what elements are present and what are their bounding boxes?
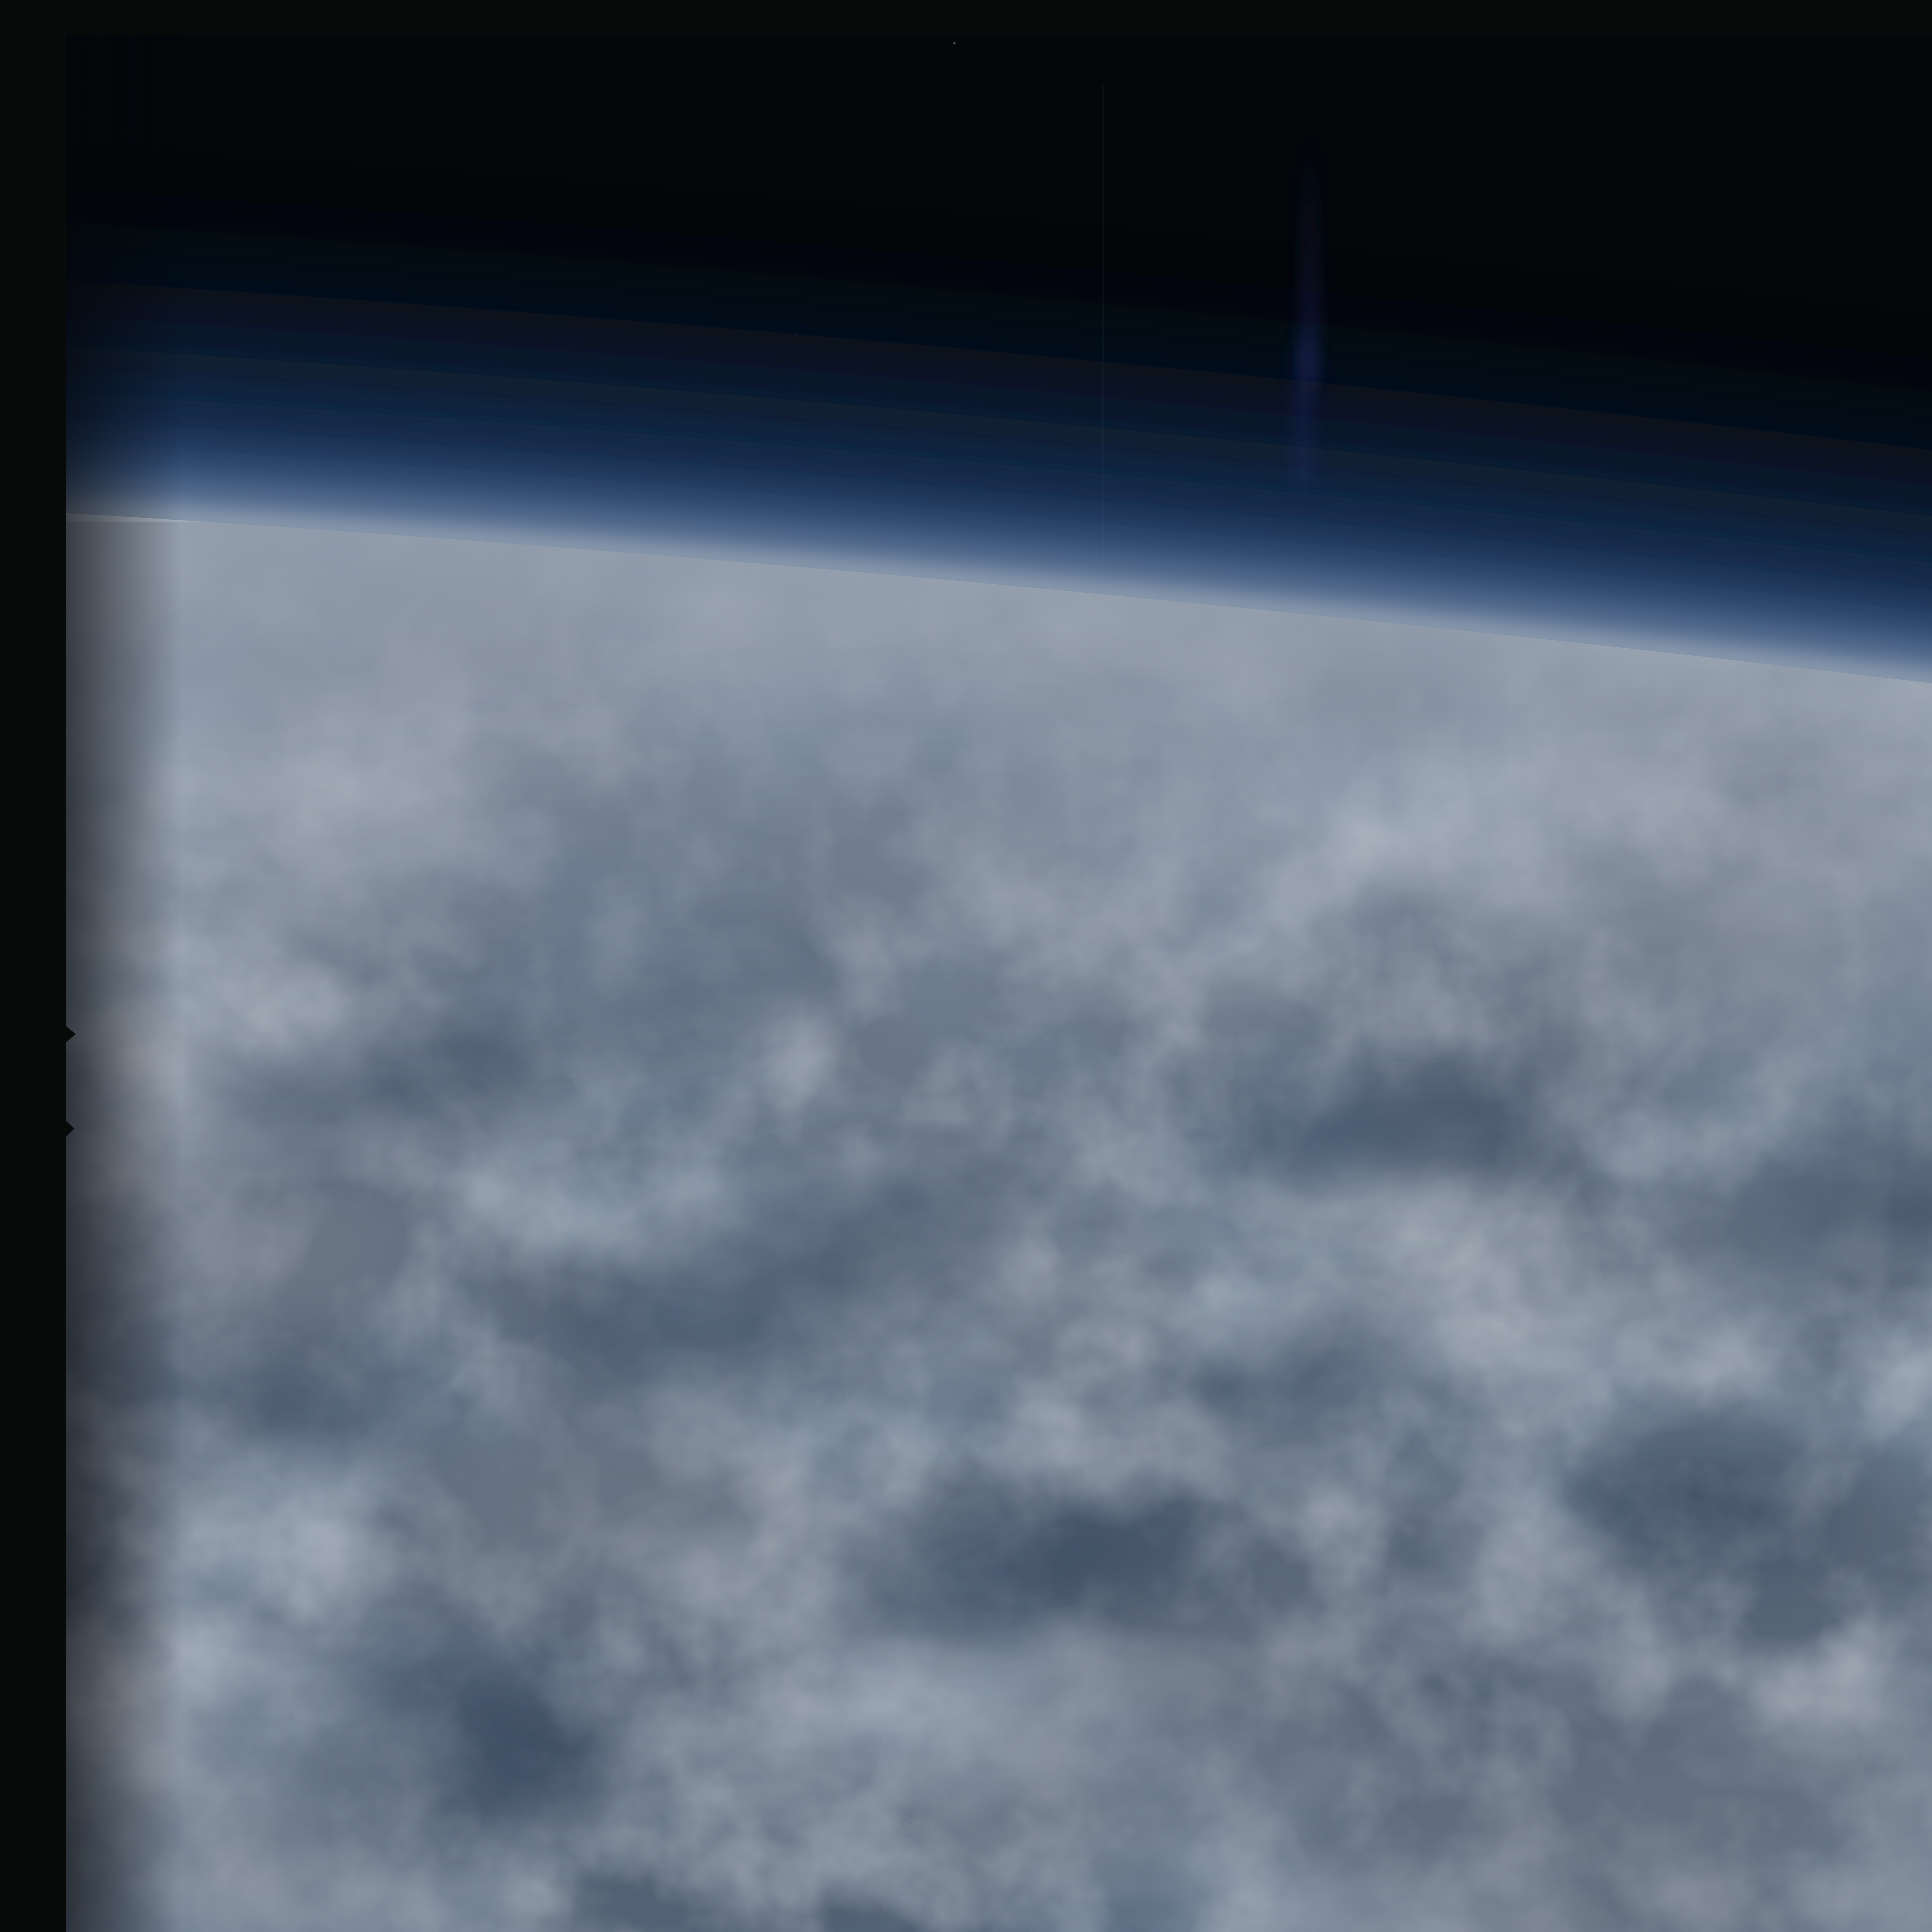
film-frame: 096 725 STS-101 071149 000520 — [0, 0, 1932, 1932]
edge-vignette — [66, 35, 182, 1932]
earth-photo — [66, 35, 1932, 1932]
earth-photo-art — [66, 35, 1932, 1932]
